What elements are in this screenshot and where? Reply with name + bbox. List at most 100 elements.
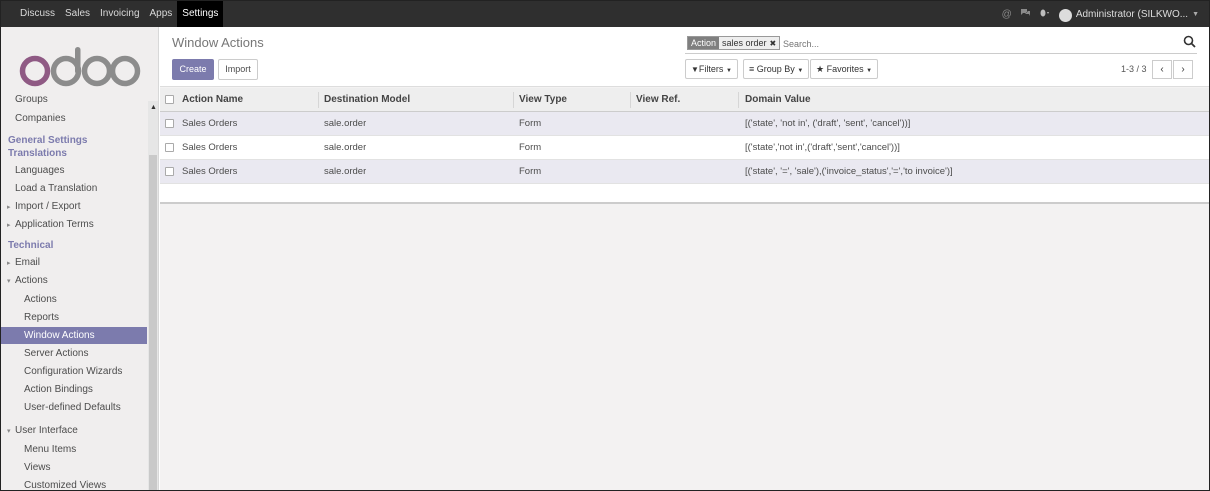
star-icon: ★: [816, 64, 825, 74]
import-button[interactable]: Import: [218, 59, 258, 80]
column-view-ref[interactable]: View Ref.: [636, 88, 680, 112]
caret-right-icon: ▸: [7, 260, 11, 267]
sidebar: ▲ Groups Companies General Settings Tran…: [1, 27, 159, 490]
sidebar-item-load-translation[interactable]: Load a Translation: [1, 180, 147, 197]
cell-view-type: Form: [519, 142, 542, 153]
sidebar-item-groups[interactable]: Groups: [1, 95, 147, 105]
at-icon[interactable]: @: [1002, 9, 1012, 20]
column-view-type[interactable]: View Type: [519, 88, 567, 112]
page-title: Window Actions: [172, 35, 264, 50]
cell-view-type: Form: [519, 118, 542, 129]
search-input[interactable]: [783, 36, 1143, 51]
app-apps[interactable]: Apps: [145, 1, 178, 27]
sidebar-item-configuration-wizards[interactable]: Configuration Wizards: [1, 363, 147, 380]
table-row[interactable]: Sales Orders sale.order Form [('state','…: [160, 136, 1209, 160]
sidebar-item-user-defined-defaults[interactable]: User-defined Defaults: [1, 399, 147, 416]
facet-remove-icon[interactable]: ✖: [769, 37, 780, 49]
app-discuss[interactable]: Discuss: [15, 1, 60, 27]
app-menu: Discuss Sales Invoicing Apps Settings: [15, 1, 224, 27]
app-settings[interactable]: Settings: [177, 1, 224, 27]
avatar: [1058, 8, 1072, 22]
filter-icon: ▼: [691, 65, 699, 74]
caret-down-icon: ▼: [866, 68, 873, 74]
cell-destination-model: sale.order: [324, 118, 367, 129]
select-all-checkbox[interactable]: [165, 95, 174, 104]
facet-value: sales order: [719, 37, 770, 49]
sidebar-item-email[interactable]: ▸ Email: [1, 254, 147, 271]
search-icon[interactable]: [1183, 35, 1197, 51]
column-divider: [630, 92, 631, 108]
cell-destination-model: sale.order: [324, 166, 367, 177]
app-sales[interactable]: Sales: [60, 1, 95, 27]
user-name: Administrator (SILKWO...: [1075, 8, 1189, 20]
cell-domain-value: [('state','not in',('draft','sent','canc…: [745, 142, 900, 153]
column-divider: [513, 92, 514, 108]
facet-category: Action: [688, 37, 720, 49]
sidebar-item-actions[interactable]: Actions: [1, 291, 147, 308]
sidebar-item-user-interface[interactable]: ▾ User Interface: [1, 422, 147, 439]
systray: @ Administrator (SILKWO... ▼: [1002, 1, 1199, 27]
sidebar-item-customized-views[interactable]: Customized Views: [1, 477, 147, 490]
list-icon: ≡: [749, 64, 755, 74]
odoo-logo[interactable]: [19, 45, 141, 89]
sidebar-item-action-bindings[interactable]: Action Bindings: [1, 381, 147, 398]
table-row[interactable]: Sales Orders sale.order Form [('state', …: [160, 112, 1209, 136]
chat-icon[interactable]: [1020, 8, 1031, 20]
caret-down-icon: ▾: [7, 278, 11, 285]
cell-domain-value: [('state', '=', 'sale'),('invoice_status…: [745, 166, 953, 177]
table-row[interactable]: Sales Orders sale.order Form [('state', …: [160, 160, 1209, 184]
column-destination-model[interactable]: Destination Model: [324, 88, 410, 112]
cell-action-name: Sales Orders: [182, 142, 238, 153]
cell-action-name: Sales Orders: [182, 166, 238, 177]
caret-right-icon: ▸: [7, 222, 11, 229]
sidebar-item-application-terms[interactable]: ▸ Application Terms: [1, 216, 147, 233]
row-checkbox[interactable]: [165, 167, 174, 176]
caret-down-icon: ▼: [725, 68, 732, 74]
sidebar-scroll-thumb[interactable]: [149, 155, 157, 490]
user-menu[interactable]: Administrator (SILKWO... ▼: [1058, 8, 1199, 22]
cell-view-type: Form: [519, 166, 542, 177]
chevron-right-icon: ›: [1181, 64, 1185, 75]
row-checkbox[interactable]: [165, 143, 174, 152]
create-button[interactable]: Create: [172, 59, 214, 80]
column-domain-value[interactable]: Domain Value: [745, 88, 811, 112]
control-panel: Window Actions Create Import Action sale…: [160, 27, 1209, 87]
table-footer: [160, 184, 1209, 204]
sidebar-item-companies[interactable]: Companies: [1, 110, 147, 127]
chevron-left-icon: ‹: [1160, 64, 1164, 75]
main-content: Window Actions Create Import Action sale…: [160, 27, 1209, 490]
scroll-up-arrow-icon[interactable]: ▲: [150, 104, 157, 111]
bug-icon[interactable]: [1039, 8, 1051, 21]
sidebar-item-window-actions[interactable]: Window Actions: [1, 327, 147, 344]
groupby-button[interactable]: ≡ Group By ▼: [743, 59, 810, 79]
sidebar-header-translations[interactable]: Translations: [1, 145, 147, 162]
row-checkbox[interactable]: [165, 119, 174, 128]
app-window: Discuss Sales Invoicing Apps Settings @ …: [0, 0, 1210, 491]
sidebar-item-reports[interactable]: Reports: [1, 309, 147, 326]
column-divider: [738, 92, 739, 108]
pager-value[interactable]: 1-3 / 3: [1121, 64, 1147, 74]
app-invoicing[interactable]: Invoicing: [95, 1, 144, 27]
sidebar-header-technical[interactable]: Technical: [1, 237, 147, 254]
column-action-name[interactable]: Action Name: [182, 88, 243, 112]
sidebar-item-views[interactable]: Views: [1, 459, 147, 476]
column-divider: [318, 92, 319, 108]
pager-next-button[interactable]: ›: [1173, 60, 1193, 79]
cell-destination-model: sale.order: [324, 142, 367, 153]
cell-domain-value: [('state', 'not in', ('draft', 'sent', '…: [745, 118, 911, 129]
caret-down-icon: ▼: [1192, 10, 1199, 18]
sidebar-item-server-actions[interactable]: Server Actions: [1, 345, 147, 362]
search-facet[interactable]: Action sales order ✖: [687, 36, 781, 50]
caret-down-icon: ▼: [797, 68, 804, 74]
cell-action-name: Sales Orders: [182, 118, 238, 129]
filters-button[interactable]: ▼Filters ▼: [685, 59, 738, 79]
pager-previous-button[interactable]: ‹: [1152, 60, 1172, 79]
sidebar-item-actions-group[interactable]: ▾ Actions: [1, 272, 147, 289]
top-navbar: Discuss Sales Invoicing Apps Settings @ …: [1, 1, 1209, 27]
caret-down-icon: ▾: [7, 428, 11, 435]
search-bar: Action sales order ✖: [685, 34, 1197, 54]
sidebar-item-import-export[interactable]: ▸ Import / Export: [1, 198, 147, 215]
sidebar-item-menu-items[interactable]: Menu Items: [1, 441, 147, 458]
sidebar-item-languages[interactable]: Languages: [1, 162, 147, 179]
favorites-button[interactable]: ★ Favorites ▼: [810, 59, 879, 79]
